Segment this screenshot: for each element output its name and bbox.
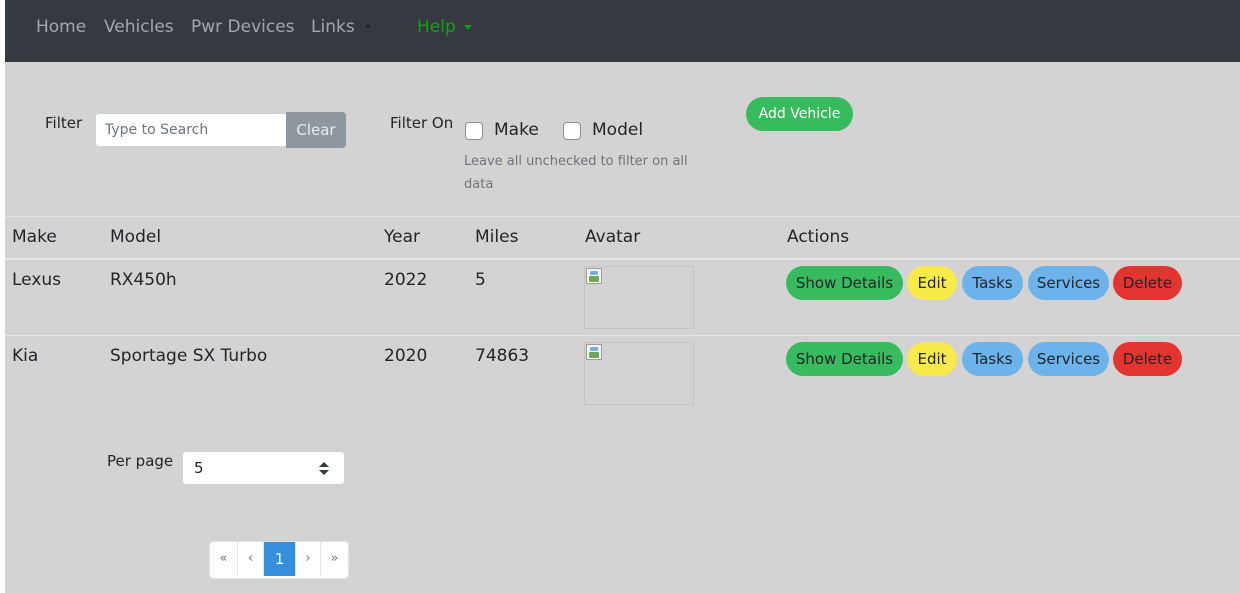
services-button[interactable]: Services — [1028, 266, 1109, 300]
select-arrows-icon — [318, 462, 330, 476]
broken-image-icon — [586, 268, 602, 284]
show-details-button[interactable]: Show Details — [786, 266, 903, 300]
cell-miles: 5 — [475, 270, 486, 290]
filter-label: Filter — [45, 114, 83, 132]
first-page-button[interactable]: « — [210, 542, 238, 576]
tasks-button[interactable]: Tasks — [962, 266, 1023, 300]
column-header-avatar: Avatar — [585, 227, 641, 247]
model-checkbox-label[interactable]: Model — [592, 120, 643, 140]
avatar-image — [584, 342, 694, 405]
table-top-border — [5, 216, 1240, 217]
cell-model: RX450h — [110, 270, 177, 290]
nav-vehicles[interactable]: Vehicles — [104, 17, 174, 37]
show-details-button[interactable]: Show Details — [786, 342, 903, 376]
cell-model: Sportage SX Turbo — [110, 346, 268, 366]
column-header-actions: Actions — [787, 227, 850, 247]
nav-help-label: Help — [417, 17, 456, 37]
broken-image-icon — [586, 344, 602, 360]
make-checkbox[interactable] — [465, 122, 483, 140]
chevron-down-icon — [364, 25, 371, 29]
column-header-make[interactable]: Make — [12, 227, 57, 247]
next-page-button[interactable]: › — [296, 542, 321, 576]
filter-hint: Leave all unchecked to filter on all dat… — [464, 154, 688, 192]
delete-button[interactable]: Delete — [1113, 342, 1182, 376]
nav-pwr-devices[interactable]: Pwr Devices — [191, 17, 295, 37]
top-navbar: Home Vehicles Pwr Devices Links Help — [5, 0, 1240, 62]
tasks-button[interactable]: Tasks — [962, 342, 1023, 376]
page-edge — [0, 0, 5, 593]
prev-page-button[interactable]: ‹ — [238, 542, 264, 576]
last-page-button[interactable]: » — [321, 542, 348, 576]
per-page-select[interactable]: 5 — [182, 451, 345, 485]
column-header-model[interactable]: Model — [110, 227, 161, 247]
nav-links-dropdown[interactable]: Links — [311, 17, 371, 37]
nav-links-label: Links — [311, 17, 355, 37]
cell-year: 2022 — [384, 270, 428, 290]
per-page-value: 5 — [194, 459, 204, 477]
model-checkbox[interactable] — [563, 122, 581, 140]
row-divider — [5, 335, 1240, 336]
delete-button[interactable]: Delete — [1113, 266, 1182, 300]
edit-button[interactable]: Edit — [907, 266, 957, 300]
table-header-border — [5, 258, 1240, 260]
avatar-image — [584, 266, 694, 329]
chevron-down-icon — [463, 24, 472, 30]
add-vehicle-button[interactable]: Add Vehicle — [746, 97, 853, 131]
page-1-button[interactable]: 1 — [264, 542, 296, 576]
pagination: « ‹ 1 › » — [209, 541, 349, 579]
column-header-miles[interactable]: Miles — [475, 227, 518, 247]
column-header-year[interactable]: Year — [384, 227, 420, 247]
nav-home[interactable]: Home — [36, 17, 86, 37]
per-page-label: Per page — [107, 452, 174, 470]
cell-miles: 74863 — [475, 346, 530, 366]
filter-on-label: Filter On — [390, 114, 454, 132]
clear-button[interactable]: Clear — [286, 112, 346, 148]
services-button[interactable]: Services — [1028, 342, 1109, 376]
make-checkbox-label[interactable]: Make — [494, 120, 539, 140]
cell-year: 2020 — [384, 346, 428, 366]
edit-button[interactable]: Edit — [907, 342, 957, 376]
cell-make: Kia — [12, 346, 39, 366]
search-input[interactable] — [95, 113, 286, 147]
cell-make: Lexus — [12, 270, 62, 290]
nav-help-dropdown[interactable]: Help — [417, 17, 472, 37]
